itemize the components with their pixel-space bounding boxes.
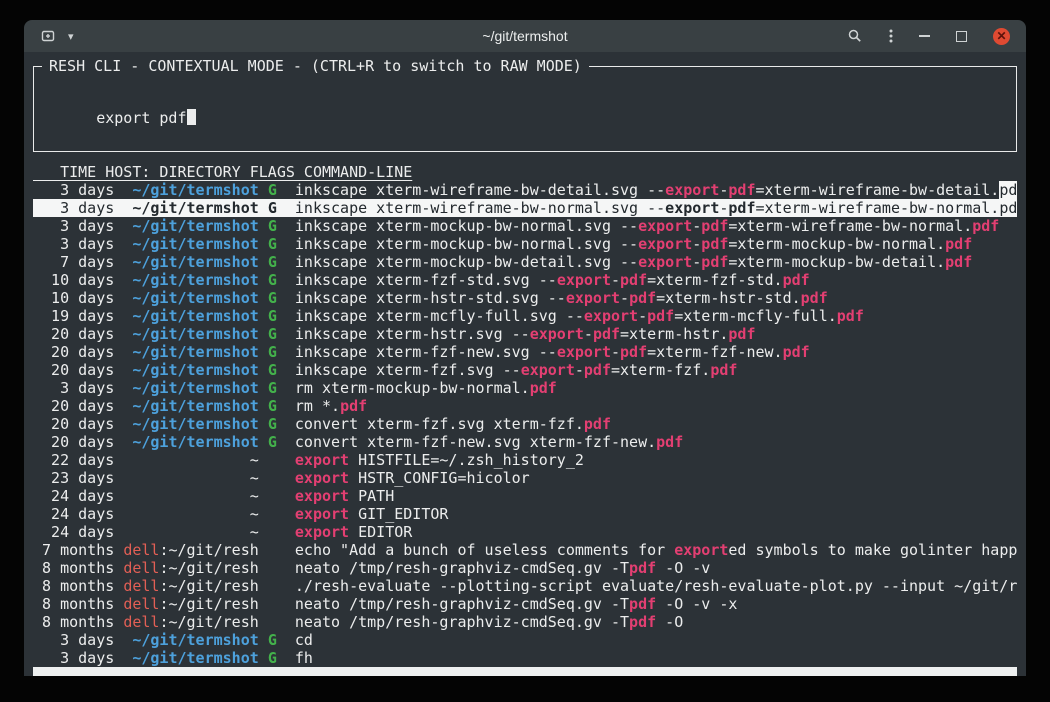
tab-dropdown-button[interactable]: ▾	[68, 30, 74, 43]
history-row[interactable]: 7 months dell:~/git/resh echo "Add a bun…	[33, 541, 1017, 559]
new-tab-icon	[40, 28, 56, 44]
history-row[interactable]: 20 days ~/git/termshot G convert xterm-f…	[33, 415, 1017, 433]
history-header: TIME HOST: DIRECTORY FLAGS COMMAND-LINE	[33, 163, 1017, 181]
kebab-menu-icon	[889, 28, 893, 44]
history-row[interactable]: 20 days ~/git/termshot G rm *.pdf	[33, 397, 1017, 415]
history-row[interactable]: 20 days ~/git/termshot G inkscape xterm-…	[33, 343, 1017, 361]
minimize-icon	[919, 35, 930, 37]
history-row[interactable]: 3 days ~/git/termshot G rm xterm-mockup-…	[33, 379, 1017, 397]
history-row[interactable]: 8 months dell:~/git/resh neato /tmp/resh…	[33, 559, 1017, 577]
history-row[interactable]: 3 days ~/git/termshot G inkscape xterm-m…	[33, 217, 1017, 235]
history-row[interactable]: 8 months dell:~/git/resh neato /tmp/resh…	[33, 595, 1017, 613]
history-row[interactable]: 7 days ~/git/termshot G inkscape xterm-m…	[33, 253, 1017, 271]
history-row[interactable]: 3 days ~/git/termshot G inkscape xterm-m…	[33, 235, 1017, 253]
new-tab-button[interactable]	[40, 28, 56, 44]
history-row[interactable]: 24 days ~ export PATH	[33, 487, 1017, 505]
history-row[interactable]: 8 months dell:~/git/resh neato /tmp/resh…	[33, 613, 1017, 631]
minimize-button[interactable]	[919, 35, 930, 37]
search-box-label: RESH CLI - CONTEXTUAL MODE - (CTRL+R to …	[42, 57, 589, 75]
history-row[interactable]: 24 days ~ export GIT_EDITOR	[33, 505, 1017, 523]
search-icon	[847, 28, 863, 44]
history-row[interactable]: 20 days ~/git/termshot G inkscape xterm-…	[33, 325, 1017, 343]
close-button[interactable]: ✕	[993, 28, 1010, 45]
history-row[interactable]: 3 days ~/git/termshot G inkscape xterm-w…	[33, 199, 1017, 217]
history-row[interactable]: 3 days ~/git/termshot G fh	[33, 649, 1017, 667]
history-row[interactable]: 22 days ~ export HISTFILE=~/.zsh_history…	[33, 451, 1017, 469]
menu-button[interactable]	[889, 28, 893, 44]
history-row[interactable]: 24 days ~ export EDITOR	[33, 523, 1017, 541]
history-row[interactable]: 20 days ~/git/termshot G convert xterm-f…	[33, 433, 1017, 451]
terminal-screen: RESH CLI - CONTEXTUAL MODE - (CTRL+R to …	[24, 52, 1026, 676]
status-bar: 2020-05-07 17:17:28 tower:~/git/termshot…	[33, 667, 1017, 676]
history-row[interactable]: 23 days ~ export HSTR_CONFIG=hicolor	[33, 469, 1017, 487]
history-row[interactable]: 20 days ~/git/termshot G inkscape xterm-…	[33, 361, 1017, 379]
history-row[interactable]: 10 days ~/git/termshot G inkscape xterm-…	[33, 289, 1017, 307]
search-box[interactable]: RESH CLI - CONTEXTUAL MODE - (CTRL+R to …	[33, 66, 1017, 152]
text-cursor	[187, 109, 196, 125]
close-icon: ✕	[996, 30, 1006, 42]
search-input[interactable]: export pdf	[96, 109, 186, 127]
history-row[interactable]: 3 days ~/git/termshot G inkscape xterm-w…	[33, 181, 1017, 199]
titlebar: ▾ ~/git/termshot	[24, 20, 1026, 52]
terminal-window: ▾ ~/git/termshot	[24, 20, 1026, 676]
chevron-down-icon: ▾	[68, 30, 74, 43]
history-row[interactable]: 10 days ~/git/termshot G inkscape xterm-…	[33, 271, 1017, 289]
search-button[interactable]	[847, 28, 863, 44]
history-row[interactable]: 3 days ~/git/termshot G cd	[33, 631, 1017, 649]
restore-button[interactable]	[956, 31, 967, 42]
history-list: 3 days ~/git/termshot G inkscape xterm-w…	[33, 181, 1017, 667]
restore-icon	[956, 31, 967, 42]
history-row[interactable]: 8 months dell:~/git/resh ./resh-evaluate…	[33, 577, 1017, 595]
history-row[interactable]: 19 days ~/git/termshot G inkscape xterm-…	[33, 307, 1017, 325]
